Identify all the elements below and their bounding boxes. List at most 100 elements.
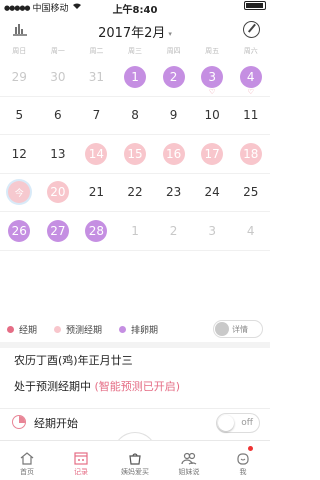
day-number: 4 (239, 65, 262, 88)
weekday-label: 周日 (12, 47, 27, 55)
day-cell[interactable]: 13 (39, 135, 78, 173)
week-row: 今 20 21 22 23 24 25 (0, 174, 270, 212)
day-number: 1 (124, 65, 147, 88)
day-cell[interactable]: 23 (154, 174, 193, 212)
day-cell[interactable]: 16 (154, 135, 193, 173)
switch-knob (218, 415, 234, 431)
day-cell[interactable]: 1 (116, 212, 155, 250)
period-start-switch[interactable]: off (216, 413, 260, 433)
day-number: 21 (88, 185, 105, 200)
heart-icon: ♡ (209, 88, 216, 96)
month-selector[interactable]: 2017年2月 ▾ (0, 22, 270, 41)
day-number: 11 (243, 108, 259, 123)
day-cell[interactable]: 18 (231, 135, 270, 173)
day-number: 6 (54, 108, 62, 123)
day-number: 2 (169, 223, 178, 238)
toggle-knob (215, 322, 229, 336)
tab-label: 首页 (20, 468, 34, 476)
heart-icon: ♡ (247, 88, 254, 96)
legend-ovulation: 排卵期 (119, 323, 158, 336)
legend-period: 经期 (7, 323, 37, 336)
tab-me[interactable]: 我 (216, 441, 270, 480)
details-toggle[interactable]: 详情 (213, 320, 263, 338)
weekday-label: 周五 (205, 47, 220, 55)
details-label: 详情 (232, 324, 248, 334)
day-cell[interactable]: 15 (116, 135, 155, 173)
day-cell[interactable]: 9 (154, 97, 193, 135)
day-number: 1 (131, 223, 139, 238)
day-cell[interactable]: 今 (0, 174, 39, 212)
day-number: 18 (239, 142, 262, 165)
day-cell[interactable]: 31 (77, 58, 116, 96)
status-bar: ●●●●● 中国移动 上午8:40 (0, 0, 270, 16)
tab-sisters[interactable]: 姐妹说 (162, 441, 216, 480)
day-cell[interactable]: 27 (39, 212, 78, 250)
day-number: 7 (92, 108, 101, 123)
weekday-label: 周二 (89, 47, 104, 55)
day-cell[interactable]: 3 (193, 212, 232, 250)
calendar-icon (74, 452, 88, 465)
day-number: 16 (162, 142, 185, 165)
day-number: 3 (208, 223, 216, 238)
today-marker: 今 (8, 181, 31, 204)
day-number: 14 (85, 142, 108, 165)
tab-record[interactable]: 记录 (54, 441, 108, 480)
legend-bar: 经期 预测经期 排卵期 详情 (0, 318, 270, 340)
day-cell[interactable]: 17 (193, 135, 232, 173)
day-number: 30 (50, 69, 66, 84)
day-number: 2 (162, 65, 185, 88)
day-cell[interactable]: 5 (0, 97, 39, 135)
day-cell[interactable]: 6 (39, 97, 78, 135)
day-cell[interactable]: 7 (77, 97, 116, 135)
tab-bar: 首页 记录 姨妈爱买 姐妹说 我 (0, 440, 270, 480)
day-cell[interactable]: 8 (116, 97, 155, 135)
profile-icon (237, 453, 249, 465)
shopping-bag-icon (129, 453, 141, 465)
day-cell[interactable]: 1 (116, 58, 155, 96)
cycle-status: 处于预测经期中 (智能预测已开启) (14, 378, 180, 394)
legend-predicted-period: 预测经期 (54, 323, 102, 336)
day-cell[interactable]: 30 (39, 58, 78, 96)
tab-home[interactable]: 首页 (0, 441, 54, 480)
day-cell[interactable]: 29 (0, 58, 39, 96)
day-cell[interactable]: 2 (154, 212, 193, 250)
day-cell[interactable]: 11 (231, 97, 270, 135)
clock: 上午8:40 (112, 5, 158, 16)
day-number: 23 (165, 185, 182, 200)
lunar-date: 农历丁酉(鸡)年正月廿三 (14, 354, 133, 367)
day-cell[interactable]: 28 (77, 212, 116, 250)
divider (0, 342, 270, 348)
status-text: 处于预测经期中 (14, 380, 91, 393)
day-cell[interactable]: 25 (231, 174, 270, 212)
day-cell[interactable]: 3 ♡ (193, 58, 232, 96)
day-number: 20 (46, 181, 69, 204)
day-cell[interactable]: 10 (193, 97, 232, 135)
legend-label: 经期 (19, 325, 38, 336)
day-number: 26 (8, 219, 31, 242)
day-cell[interactable]: 14 (77, 135, 116, 173)
day-cell[interactable]: 2 (154, 58, 193, 96)
weekday-label: 周一 (50, 47, 65, 55)
calendar-header: 2017年2月 ▾ (0, 16, 270, 44)
day-number: 8 (131, 108, 139, 123)
edit-icon[interactable] (243, 21, 260, 38)
day-number: 5 (15, 108, 24, 123)
day-cell[interactable]: 4 ♡ (231, 58, 270, 96)
weekday-label: 周六 (243, 47, 258, 55)
week-row: 29 30 31 1 2 3 ♡ 4 ♡ (0, 58, 270, 97)
day-cell[interactable]: 20 (39, 174, 78, 212)
day-cell[interactable]: 21 (77, 174, 116, 212)
weekday-label: 周三 (128, 47, 143, 55)
week-row: 5 6 7 8 9 10 11 (0, 97, 270, 135)
day-number: 10 (204, 108, 220, 123)
day-number: 17 (201, 142, 224, 165)
day-cell[interactable]: 24 (193, 174, 232, 212)
day-number: 9 (169, 108, 178, 123)
chevron-down-icon: ▾ (168, 29, 172, 38)
day-cell[interactable]: 22 (116, 174, 155, 212)
tab-shopping[interactable]: 姨妈爱买 (108, 441, 162, 480)
day-cell[interactable]: 4 (231, 212, 270, 250)
day-cell[interactable]: 12 (0, 135, 39, 173)
day-cell[interactable]: 26 (0, 212, 39, 250)
prediction-note[interactable]: (智能预测已开启) (95, 380, 181, 393)
